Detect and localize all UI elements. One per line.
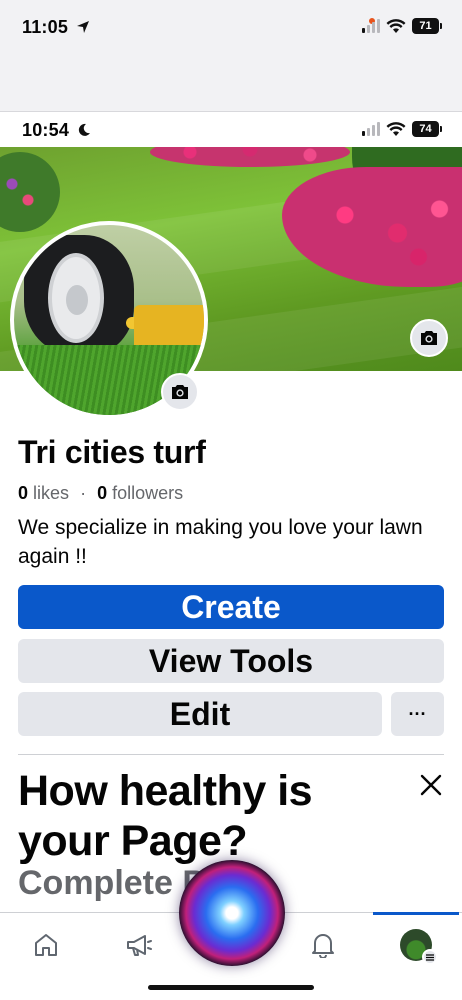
inner-wifi-icon xyxy=(386,121,406,136)
nav-notifications[interactable] xyxy=(298,925,348,965)
page-bio: We specialize in making you love your la… xyxy=(18,516,423,568)
inner-battery-level: 74 xyxy=(412,121,439,137)
time-text: 11:05 xyxy=(22,17,69,37)
nav-menu-profile[interactable] xyxy=(391,925,441,965)
inner-battery-icon: 74 xyxy=(412,121,442,137)
page-health-title: How healthy is your Page? xyxy=(18,767,313,865)
followers-label[interactable]: followers xyxy=(112,483,183,503)
inner-status-time: 10:54 xyxy=(22,115,91,145)
section-divider xyxy=(18,754,444,755)
inner-cellular-signal-icon xyxy=(362,122,380,136)
nav-ads[interactable] xyxy=(114,925,164,965)
page-name: Tri cities turf xyxy=(18,434,206,470)
active-tab-indicator xyxy=(373,912,459,915)
moon-icon xyxy=(79,123,91,136)
bell-icon xyxy=(312,934,334,958)
likes-label[interactable]: likes xyxy=(33,483,69,503)
camera-icon xyxy=(172,385,188,399)
megaphone-icon xyxy=(127,935,152,956)
nav-home[interactable] xyxy=(21,925,71,965)
more-options-button[interactable]: ··· xyxy=(391,692,444,736)
status-time: 11:05 xyxy=(22,12,90,42)
page-stats: 0 likes · 0 followers xyxy=(18,483,183,504)
edit-cover-camera-button[interactable] xyxy=(410,319,448,357)
create-button[interactable]: Create xyxy=(18,585,444,629)
home-icon xyxy=(35,934,57,956)
likes-count: 0 xyxy=(18,483,29,503)
close-icon[interactable] xyxy=(418,772,444,798)
stats-separator: · xyxy=(80,483,87,503)
location-arrow-icon xyxy=(77,21,90,33)
outer-status-bar: 11:05 71 xyxy=(0,0,462,112)
view-tools-button[interactable]: View Tools xyxy=(18,639,444,683)
battery-icon: 71 xyxy=(412,18,442,34)
inner-time-text: 10:54 xyxy=(22,120,70,140)
menu-badge-icon xyxy=(422,949,438,965)
profile-avatar xyxy=(400,929,438,965)
cellular-signal-icon xyxy=(362,19,380,33)
battery-level: 71 xyxy=(412,18,439,34)
inner-status-icons: 74 xyxy=(362,121,442,137)
inner-status-bar: 10:54 74 xyxy=(0,113,462,147)
followers-count: 0 xyxy=(97,483,108,503)
home-indicator xyxy=(148,985,314,990)
status-icons: 71 xyxy=(362,18,442,34)
siri-orb xyxy=(179,860,285,966)
camera-icon xyxy=(421,331,437,345)
edit-button[interactable]: Edit xyxy=(18,692,382,736)
edit-profile-picture-camera-button[interactable] xyxy=(161,373,199,411)
wifi-icon xyxy=(386,18,406,33)
